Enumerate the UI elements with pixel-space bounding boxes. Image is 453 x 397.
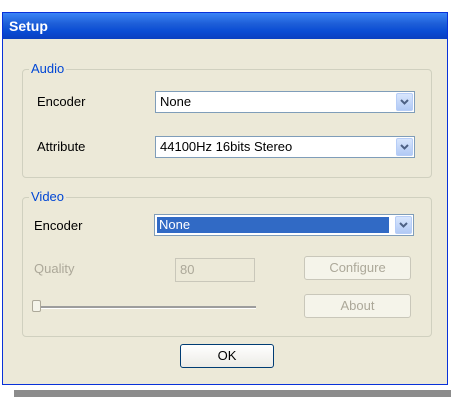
chevron-down-icon[interactable] xyxy=(396,138,413,156)
video-encoder-dropdown[interactable]: None xyxy=(154,214,414,236)
audio-attribute-label: Attribute xyxy=(37,139,86,154)
ok-button[interactable]: OK xyxy=(180,344,274,368)
audio-group-label: Audio xyxy=(29,61,67,76)
quality-field[interactable]: 80 xyxy=(175,258,255,282)
configure-button[interactable]: Configure xyxy=(304,256,411,280)
quality-slider-track[interactable] xyxy=(38,306,256,309)
audio-encoder-label: Encoder xyxy=(37,94,86,109)
video-encoder-value: None xyxy=(157,217,389,233)
audio-encoder-value: None xyxy=(160,94,192,109)
audio-attribute-dropdown[interactable]: 44100Hz 16bits Stereo xyxy=(155,136,415,158)
chevron-down-icon[interactable] xyxy=(395,216,412,234)
quality-value: 80 xyxy=(180,262,195,277)
chevron-down-icon[interactable] xyxy=(396,93,413,111)
audio-encoder-dropdown[interactable]: None xyxy=(155,91,415,113)
quality-label: Quality xyxy=(34,261,75,276)
video-group-label: Video xyxy=(29,189,67,204)
quality-slider-handle[interactable] xyxy=(32,300,41,312)
audio-attribute-value: 44100Hz 16bits Stereo xyxy=(160,139,293,154)
video-encoder-label: Encoder xyxy=(34,218,83,233)
divider xyxy=(14,390,451,397)
dialog-title: Setup xyxy=(3,13,447,39)
about-button[interactable]: About xyxy=(304,294,411,318)
audio-group: Audio xyxy=(22,61,432,178)
